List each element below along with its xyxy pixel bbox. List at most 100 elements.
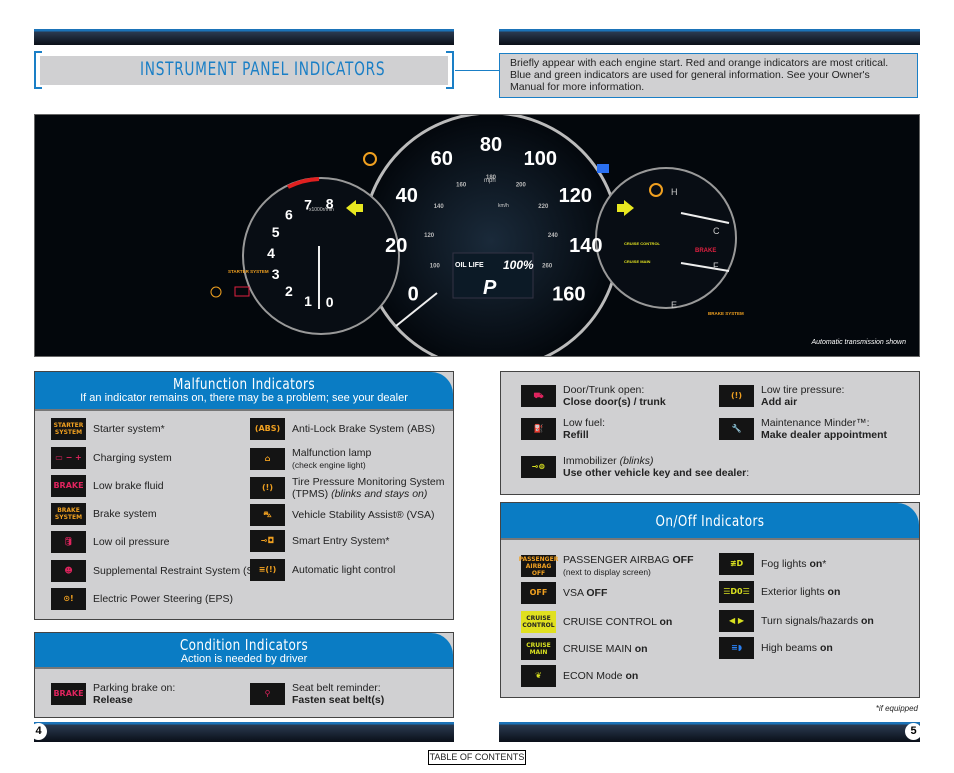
indicator-text: Fog lights on* [761,558,826,570]
indicator-row: ≢D Fog lights on* [719,553,826,575]
fuel-temp-ring [595,167,737,309]
door-open-icon: ⛟ [521,385,556,407]
indicator-row: CRUISE MAIN CRUISE MAIN on [521,638,648,660]
indicator-text: Exterior lights on [761,586,840,598]
tire-pressure-icon: (!) [250,477,285,499]
vsa-off-icon: OFF [521,582,556,604]
indicator-label: CRUISE CONTROL [563,616,660,628]
passenger-airbag-off-icon: PASSENGER AIRBAG OFF [518,555,559,577]
indicator-text: Starter system* [93,423,165,435]
starter-system-icon: STARTER SYSTEM [51,418,86,440]
indicator-label: Parking brake on: [93,682,176,694]
indicator-label: Seat belt reminder: [292,682,381,694]
indicator-text: VSA OFF [563,587,607,599]
indicator-text: Malfunction lamp (check engine light) [292,447,371,471]
indicator-row: OFF VSA OFF [521,582,607,604]
indicator-label: Low oil pressure [93,536,170,548]
onoff-title: On/Off Indicators [655,512,765,530]
indicator-row: ≡(!) Automatic light control [250,559,395,581]
footer-bar-right [499,722,920,742]
indicator-text: Seat belt reminder: Fasten seat belt(s) [292,682,384,706]
indicator-text: Low oil pressure [93,536,169,548]
immobilizer-icon: ⊸⊜ [521,456,556,478]
rpm-tick-label: 3 [272,266,280,282]
indicator-text: Automatic light control [292,564,395,576]
low-tire-icon: (!) [719,385,754,407]
cruise-control-icon: CRUISE CONTROL [521,611,556,633]
indicator-subnote: (check engine light) [292,460,366,470]
kmh-tick-label: 200 [516,183,527,189]
indicator-row: ❦ ECON Mode on [521,665,638,687]
indicator-action: on [634,643,648,655]
indicator-label: CRUISE MAIN [563,643,635,655]
indicator-row: BRAKE Low brake fluid [51,475,164,497]
indicator-action: on [861,615,874,627]
indicator-label: Door/Trunk open: [563,384,645,396]
description: Briefly appear with each engine start. R… [499,53,918,98]
temp-hot: H [671,187,678,197]
indicator-label: Charging system [93,452,172,464]
smart-key-icon: ⊸◘ [250,530,285,552]
indicator-label: Maintenance Minder™: [761,417,870,429]
kmh-tick-label: 140 [434,204,445,210]
indicator-action: on [625,670,639,682]
indicator-text: Low tire pressure: Add air [761,384,844,408]
connector-line [455,70,499,71]
indicator-action: Use other vehicle key and see dealer [563,467,747,479]
indicator-suffix: * [822,558,827,570]
kmh-tick-label: 120 [424,233,435,239]
indicator-suffix: : [746,467,750,479]
page-number-right: 5 [905,723,922,740]
dash-battery-icon [234,286,250,297]
speed-tick-label: 40 [396,185,418,207]
dash-brake-warning: BRAKE [695,248,716,254]
dash-tpms-icon [363,152,377,166]
fuel-icon: ⛽ [521,418,556,440]
indicator-row: ⛽ Low fuel: Refill [521,417,605,441]
speed-tick-label: 80 [480,134,502,156]
rpm-tick-label: 6 [285,207,293,223]
indicator-action: Refill [563,429,589,441]
indicator-row: ⛍ Vehicle Stability Assist® (VSA) [250,504,435,526]
abs-icon: (ABS) [250,418,285,440]
indicator-row: ☻ Supplemental Restraint System (SRS) [51,560,272,582]
parking-brake-icon: BRAKE [51,683,86,705]
turn-signal-icon: ◀ ▶ [719,610,754,632]
indicator-label: Supplemental Restraint System (SRS) [93,565,272,577]
dash-high-beam-icon [597,164,609,173]
rpm-tick-label: 1 [304,293,312,309]
indicator-row: 🔧 Maintenance Minder™: Make dealer appoint… [719,417,887,441]
indicator-text: Smart Entry System* [292,535,389,547]
indicator-subnote: (next to display screen) [563,567,651,577]
malfunction-header: Malfunction Indicators If an indicator r… [35,372,453,411]
indicator-label: Anti-Lock Brake System (ABS) [292,423,435,435]
indicator-action: on [659,616,673,628]
indicator-row: BRAKE SYSTEM Brake system [51,503,157,525]
battery-icon: ▭ − + [51,447,86,469]
indicator-action: on [809,558,823,570]
indicator-action: on [827,586,841,598]
indicator-label: Low brake fluid [93,480,164,492]
brake-icon: BRAKE [51,475,86,497]
indicator-row: ⛟ Door/Trunk open: Close door(s) / trunk [521,384,666,408]
gear-indicator: P [483,277,497,299]
indicator-text: Brake system [93,508,157,520]
indicator-row: ▭ − + Charging system [51,447,172,469]
indicator-text: CRUISE MAIN on [563,643,648,655]
indicator-row: ≡◗ High beams on [719,637,833,659]
speed-tick-label: 160 [552,283,585,305]
fuel-empty: E [671,300,677,310]
table-of-contents-link[interactable]: TABLE OF CONTENTS [428,750,526,765]
indicator-row: ⚲ Seat belt reminder: Fasten seat belt(s) [250,682,384,706]
indicator-label: Brake system [93,508,157,520]
dash-brake-system: BRAKE SYSTEM [708,311,744,316]
steering-icon: ⊙! [51,588,86,610]
indicator-text: High beams on [761,642,833,654]
indicator-row: 🛢 Low oil pressure [51,531,169,553]
indicator-text: Vehicle Stability Assist® (VSA) [292,509,435,521]
indicator-action: Make dealer appointment [761,429,888,441]
malfunction-panel: Malfunction Indicators If an indicator r… [34,371,454,620]
indicator-label: High beams [761,642,820,654]
indicator-row: STARTER SYSTEM Starter system* [51,418,165,440]
indicator-label: Exterior lights [761,586,828,598]
